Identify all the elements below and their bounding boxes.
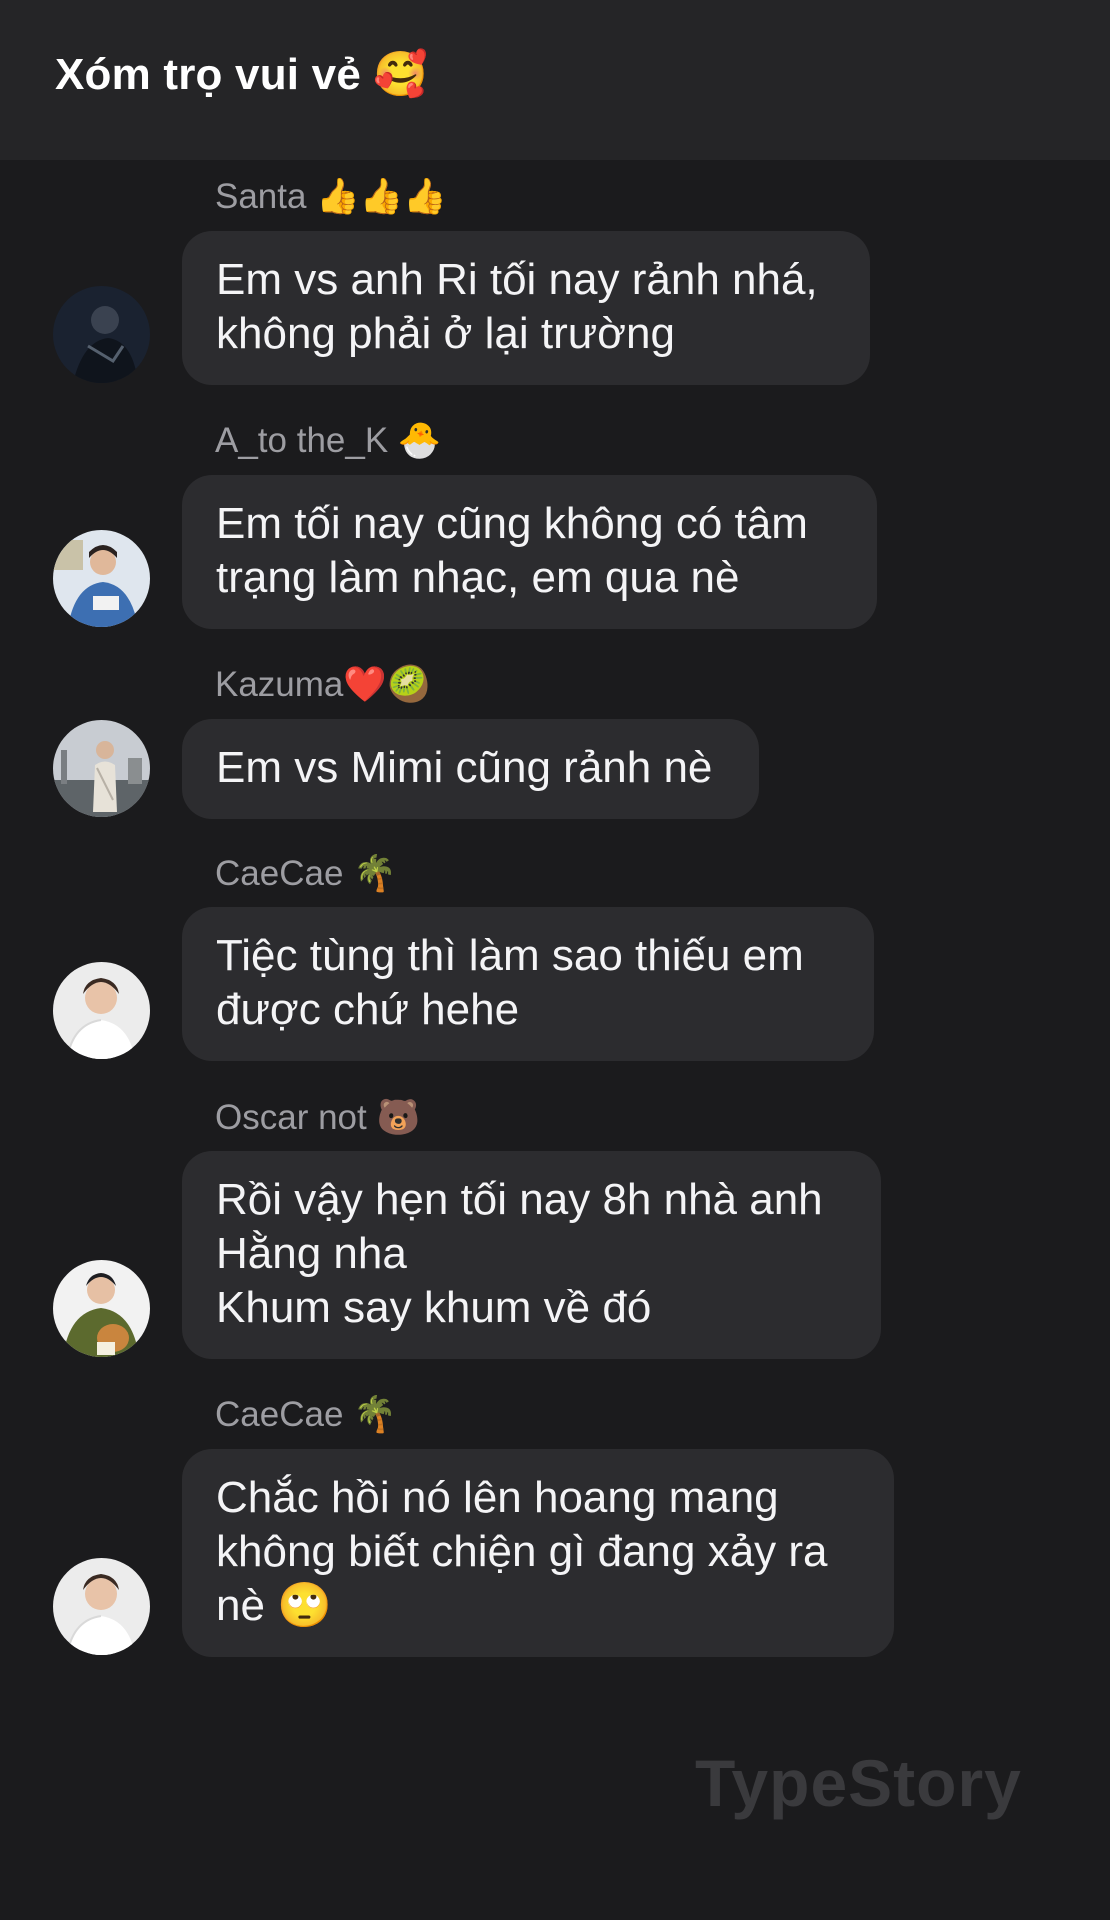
message-line: không biết chiện gì đang xảy ra: [216, 1527, 828, 1576]
avatar-photo-icon: [53, 720, 150, 817]
avatar-photo-icon: [53, 962, 150, 1059]
avatar[interactable]: [53, 1260, 150, 1357]
message-bubble[interactable]: Tiệc tùng thì làm sao thiếu em được chứ …: [182, 907, 874, 1061]
avatar[interactable]: [53, 962, 150, 1059]
message-line: Em tối nay cũng không có tâm: [216, 499, 808, 548]
message-line: được chứ hehe: [216, 985, 520, 1034]
avatar-photo-icon: [53, 1558, 150, 1655]
message-bubble[interactable]: Em tối nay cũng không có tâm trạng làm n…: [182, 475, 877, 629]
avatar[interactable]: [53, 286, 150, 383]
message-line: Tiệc tùng thì làm sao thiếu em: [216, 931, 804, 980]
sender-name: CaeCae 🌴: [215, 854, 397, 893]
message-line: không phải ở lại trường: [216, 309, 675, 358]
avatar-photo-icon: [53, 286, 150, 383]
message-line: Chắc hồi nó lên hoang mang: [216, 1473, 779, 1522]
sender-name: A_to the_K 🐣: [215, 421, 442, 460]
avatar[interactable]: [53, 1558, 150, 1655]
sender-name: Santa 👍👍👍: [215, 177, 447, 216]
sender-name: Oscar not 🐻: [215, 1098, 421, 1137]
typestory-watermark: TypeStory: [695, 1746, 1022, 1820]
avatar-photo-icon: [53, 1260, 150, 1357]
group-title[interactable]: Xóm trọ vui vẻ 🥰: [55, 48, 428, 100]
avatar[interactable]: [53, 720, 150, 817]
message-line: Hằng nha: [216, 1229, 407, 1278]
chat-header: Xóm trọ vui vẻ 🥰: [0, 0, 1110, 160]
avatar[interactable]: [53, 530, 150, 627]
sender-name: CaeCae 🌴: [215, 1395, 397, 1434]
message-bubble[interactable]: Em vs anh Ri tối nay rảnh nhá, không phả…: [182, 231, 870, 385]
message-line: Em vs Mimi cũng rảnh nè: [216, 743, 713, 792]
message-line: Rồi vậy hẹn tối nay 8h nhà anh: [216, 1175, 823, 1224]
avatar-photo-icon: [53, 530, 150, 627]
message-line: trạng làm nhạc, em qua nè: [216, 553, 740, 602]
message-bubble[interactable]: Chắc hồi nó lên hoang mang không biết ch…: [182, 1449, 894, 1657]
sender-name: Kazuma❤️🥝: [215, 665, 431, 704]
message-line: nè 🙄: [216, 1581, 332, 1630]
message-line: Khum say khum về đó: [216, 1283, 652, 1332]
message-bubble[interactable]: Em vs Mimi cũng rảnh nè: [182, 719, 759, 819]
message-line: Em vs anh Ri tối nay rảnh nhá,: [216, 255, 818, 304]
message-bubble[interactable]: Rồi vậy hẹn tối nay 8h nhà anh Hằng nha …: [182, 1151, 881, 1359]
